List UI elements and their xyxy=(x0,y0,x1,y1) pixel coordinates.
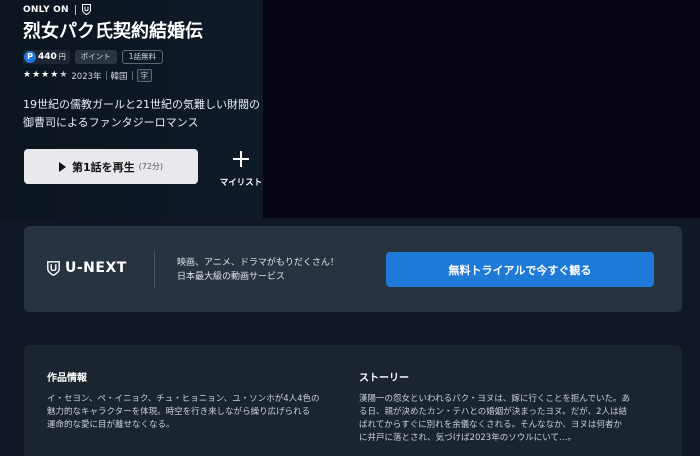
point-tag: ポイント xyxy=(74,50,117,64)
meta-divider xyxy=(105,71,107,80)
price-unit: 円 xyxy=(58,53,66,61)
half-star-icon: ★ xyxy=(59,70,68,80)
mylist-label: マイリスト xyxy=(219,178,263,188)
work-info-line: 運命的な愛に目が離せなくなる。 xyxy=(47,420,175,430)
work-info-section: 作品情報 イ・セヨン、ペ・イニョク、チュ・ヒョニョン、ユ・ソンホが4人4色の 魅… xyxy=(47,369,347,432)
page-title: 烈女パク氏契約結婚伝 xyxy=(23,21,203,42)
price-value: 440 xyxy=(38,52,57,62)
play-episode-button[interactable]: 第1話を再生 (72分) xyxy=(24,149,198,184)
story-section: ストーリー 漢陽一の怨女といわれるパク・ヨヌは、嫁に行くことを拒んでいた。あ る… xyxy=(359,369,671,445)
badge-row: P 440 円 ポイント 1話無料 xyxy=(23,50,164,64)
play-duration: (72分) xyxy=(138,162,164,171)
free-trial-button[interactable]: 無料トライアルで今すぐ観る xyxy=(386,252,654,287)
work-info-line: 魅力的なキャラクターを体現。時空を行き来しながら繰り広げられる xyxy=(47,407,311,417)
unext-promo-banner: U-NEXT 映画、アニメ、ドラマがもりだくさん！ 日本最大級の動画サービス 無… xyxy=(24,226,682,312)
release-year: 2023年 xyxy=(71,71,102,82)
mylist-button[interactable]: マイリスト xyxy=(214,149,268,188)
subtitle-badge: 字 xyxy=(136,69,153,82)
price-badge: P 440 円 xyxy=(23,50,70,64)
description-line: 19世紀の儒教ガールと21世紀の気難しい財閥の xyxy=(23,98,260,111)
brand-divider xyxy=(74,4,76,15)
only-on-label: ONLY ON xyxy=(23,4,69,15)
unext-shield-icon xyxy=(81,4,91,15)
info-panel: 作品情報 イ・セヨン、ペ・イニョク、チュ・ヒョニョン、ユ・ソンホが4人4色の 魅… xyxy=(24,345,682,456)
hero-key-art xyxy=(263,0,700,218)
work-info-body: イ・セヨン、ペ・イニョク、チュ・ヒョニョン、ユ・ソンホが4人4色の 魅力的なキャ… xyxy=(47,393,347,432)
play-icon xyxy=(58,161,66,172)
story-line: ばれてからすぐに別れを余儀なくされる。そんななか、ヨヌは何者か xyxy=(359,420,622,430)
star-icon: ★ xyxy=(32,70,41,80)
star-icon: ★ xyxy=(23,70,32,80)
story-line: 漢陽一の怨女といわれるパク・ヨヌは、嫁に行くことを拒んでいた。あ xyxy=(359,394,630,404)
meta-row: ★ ★ ★ ★ ★ 2023年 韓国 字 xyxy=(23,69,153,82)
star-rating: ★ ★ ★ ★ ★ xyxy=(23,71,67,80)
promo-line: 日本最大級の動画サービス xyxy=(177,272,286,282)
plus-icon xyxy=(233,151,249,167)
meta-divider xyxy=(131,71,133,80)
play-button-label: 第1話を再生 xyxy=(71,160,135,174)
title-description: 19世紀の儒教ガールと21世紀の気難しい財閥の 御曹司によるファンタジーロマンス xyxy=(23,96,266,132)
story-line: に井戸に落とされ、気づけば2023年のソウルにいて…。 xyxy=(359,433,576,443)
country: 韓国 xyxy=(110,71,128,82)
title-detail-page: ONLY ON 烈女パク氏契約結婚伝 P 440 円 ポイント 1話無料 ★ ★… xyxy=(0,0,700,456)
promo-divider xyxy=(154,250,155,288)
promo-line: 映画、アニメ、ドラマがもりだくさん！ xyxy=(177,258,339,268)
story-heading: ストーリー xyxy=(359,373,409,384)
star-icon: ★ xyxy=(41,70,50,80)
only-on-brand: ONLY ON xyxy=(23,4,91,15)
work-info-heading: 作品情報 xyxy=(47,373,87,384)
description-line: 御曹司によるファンタジーロマンス xyxy=(23,116,199,129)
unext-logo-icon xyxy=(47,260,60,276)
work-info-line: イ・セヨン、ペ・イニョク、チュ・ヒョニョン、ユ・ソンホが4人4色の xyxy=(47,394,320,404)
story-body: 漢陽一の怨女といわれるパク・ヨヌは、嫁に行くことを拒んでいた。あ る日、親が決め… xyxy=(359,393,671,445)
unext-logo: U-NEXT xyxy=(47,260,127,276)
unext-logo-text: U-NEXT xyxy=(65,260,127,276)
point-coin-icon: P xyxy=(24,51,36,63)
star-icon: ★ xyxy=(50,70,59,80)
free-episode-tag: 1話無料 xyxy=(121,50,164,64)
promo-text: 映画、アニメ、ドラマがもりだくさん！ 日本最大級の動画サービス xyxy=(177,256,339,284)
story-line: る日、親が決めたカン・テハとの婚姻が決まったヨヌ。だが、2人は結 xyxy=(359,407,627,417)
